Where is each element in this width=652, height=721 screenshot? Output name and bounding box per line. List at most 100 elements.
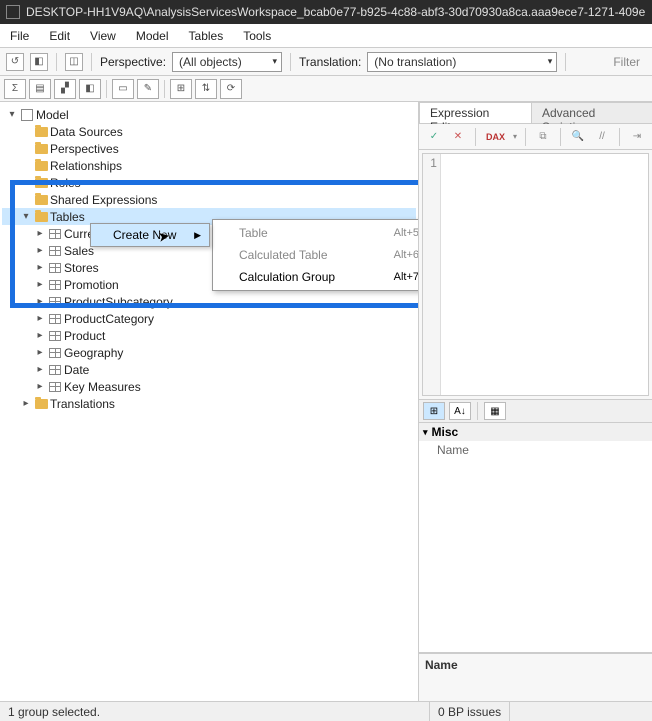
tree-table-productsubcategory[interactable]: ▸ProductSubcategory [2, 293, 416, 310]
prop-name-row[interactable]: Name [419, 441, 652, 459]
tab-expression-editor[interactable]: Expression Editor [419, 102, 532, 123]
folder-icon [34, 143, 48, 155]
menu-edit[interactable]: Edit [49, 29, 70, 43]
ctx-calc-table-label: Calculated Table [239, 248, 328, 262]
folder-icon [34, 398, 48, 410]
cube-icon [20, 109, 34, 121]
perspective-label: Perspective: [100, 55, 166, 69]
expression-editor-area[interactable]: 1 [422, 153, 649, 396]
tb2-folder-icon[interactable]: ▭ [112, 79, 134, 99]
table-icon [48, 381, 62, 393]
expression-toolbar: ✓ ✕ DAX ▾ ⧉ 🔍 // ⇥ [419, 124, 652, 150]
separator [91, 53, 92, 71]
separator [106, 80, 107, 98]
context-menu-primary: Create New ▶ [90, 223, 210, 247]
secondary-toolbar: Σ ▤ ▞ ◧ ▭ ✎ ⊞ ⇅ ⟳ [0, 76, 652, 102]
app-icon [6, 5, 20, 19]
prop-category-misc[interactable]: ▾ Misc [419, 423, 652, 441]
folder-icon [34, 194, 48, 206]
table-icon [48, 330, 62, 342]
ctx-table-shortcut: Alt+5 [394, 227, 419, 239]
alphabetical-icon[interactable]: A↓ [449, 402, 471, 420]
perspective-dropdown[interactable]: (All objects) [172, 52, 282, 72]
table-icon [48, 262, 62, 274]
tb2-columns-icon[interactable]: ⊞ [170, 79, 192, 99]
tree-table-geography[interactable]: ▸Geography [2, 344, 416, 361]
comment-icon[interactable]: // [593, 128, 611, 146]
table-icon [48, 228, 62, 240]
table-icon [48, 296, 62, 308]
table-icon [48, 347, 62, 359]
translation-dropdown[interactable]: (No translation) [367, 52, 557, 72]
line-gutter: 1 [423, 154, 441, 395]
table-icon [48, 364, 62, 376]
folder-icon [34, 177, 48, 189]
right-tabs: Expression Editor Advanced Scripting [419, 102, 652, 124]
tb2-cube-icon[interactable]: ◧ [79, 79, 101, 99]
menu-tools[interactable]: Tools [243, 29, 271, 43]
tb2-refresh-icon[interactable]: ⟳ [220, 79, 242, 99]
find-icon[interactable]: 🔍 [569, 128, 587, 146]
menu-tables[interactable]: Tables [189, 29, 224, 43]
dax-dropdown[interactable]: DAX [484, 128, 507, 146]
cancel-icon[interactable]: ✕ [449, 128, 467, 146]
ctx-calc-group[interactable]: Calculation Group Alt+7 [213, 266, 419, 288]
separator [560, 128, 561, 146]
tree-table-productcategory[interactable]: ▸ProductCategory [2, 310, 416, 327]
ctx-table-label: Table [239, 226, 268, 240]
tree-relationships[interactable]: Relationships [2, 157, 416, 174]
table-icon [48, 245, 62, 257]
table-icon [48, 313, 62, 325]
tree-data-sources[interactable]: Data Sources [2, 123, 416, 140]
model-explorer: ▾Model Data Sources Perspectives Relatio… [0, 102, 419, 701]
property-pages-icon[interactable]: ▦ [484, 402, 506, 420]
tree-perspectives[interactable]: Perspectives [2, 140, 416, 157]
ctx-table[interactable]: Table Alt+5 [213, 222, 419, 244]
categorized-icon[interactable]: ⊞ [423, 402, 445, 420]
menu-view[interactable]: View [90, 29, 116, 43]
separator [56, 53, 57, 71]
folder-icon [34, 126, 48, 138]
tb2-list-icon[interactable]: ▤ [29, 79, 51, 99]
toolbar-btn-2[interactable]: ◧ [30, 53, 48, 71]
tree-roles[interactable]: Roles [2, 174, 416, 191]
tree-root[interactable]: ▾Model [2, 106, 416, 123]
separator [164, 80, 165, 98]
ctx-create-new[interactable]: Create New ▶ [91, 224, 209, 246]
tab-advanced-scripting[interactable]: Advanced Scripting [531, 102, 652, 123]
chevron-down-icon: ▾ [423, 427, 428, 438]
window-title: DESKTOP-HH1V9AQ\AnalysisServicesWorkspac… [26, 5, 645, 19]
tree-translations[interactable]: ▸Translations [2, 395, 416, 412]
menu-model[interactable]: Model [136, 29, 169, 43]
main-toolbar: ↺ ◧ ◫ Perspective: (All objects) Transla… [0, 48, 652, 76]
copy-icon[interactable]: ⧉ [534, 128, 552, 146]
indent-icon[interactable]: ⇥ [628, 128, 646, 146]
separator [290, 53, 291, 71]
tb2-sort-icon[interactable]: ⇅ [195, 79, 217, 99]
tb2-sum-icon[interactable]: Σ [4, 79, 26, 99]
tree-table-product[interactable]: ▸Product [2, 327, 416, 344]
properties-toolbar: ⊞ A↓ ▦ [419, 399, 652, 423]
separator [565, 53, 566, 71]
toolbar-btn-1[interactable]: ↺ [6, 53, 24, 71]
tb2-hierarchy-icon[interactable]: ▞ [54, 79, 76, 99]
status-selection: 1 group selected. [0, 702, 430, 721]
tree-shared-expressions[interactable]: Shared Expressions [2, 191, 416, 208]
separator [475, 128, 476, 146]
translation-label: Translation: [299, 55, 361, 69]
toolbar-btn-3[interactable]: ◫ [65, 53, 83, 71]
separator [525, 128, 526, 146]
titlebar: DESKTOP-HH1V9AQ\AnalysisServicesWorkspac… [0, 0, 652, 24]
prop-name-label: Name [437, 443, 469, 457]
filter-input[interactable]: Filter [607, 55, 646, 69]
ctx-calc-table[interactable]: Calculated Table Alt+6 [213, 244, 419, 266]
tb2-edit-icon[interactable]: ✎ [137, 79, 159, 99]
accept-icon[interactable]: ✓ [425, 128, 443, 146]
tree-table-date[interactable]: ▸Date [2, 361, 416, 378]
menubar: File Edit View Model Tables Tools [0, 24, 652, 48]
ctx-calc-group-label: Calculation Group [239, 270, 335, 284]
tree-table-keymeasures[interactable]: ▸Key Measures [2, 378, 416, 395]
folder-icon [34, 211, 48, 223]
table-icon [48, 279, 62, 291]
menu-file[interactable]: File [10, 29, 29, 43]
